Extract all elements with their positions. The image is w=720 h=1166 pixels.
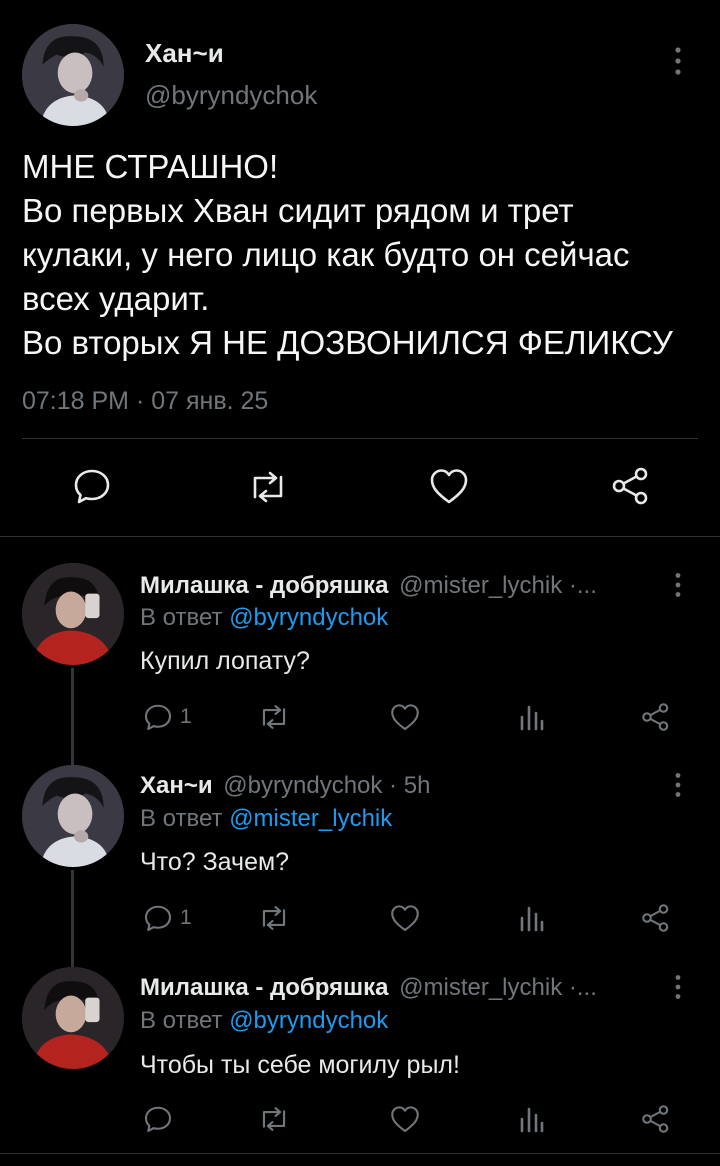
divider [0, 536, 720, 537]
author-name[interactable]: Хан~и [145, 38, 224, 69]
thread-line [71, 870, 74, 968]
avatar-photo [22, 24, 124, 126]
like-icon[interactable] [389, 903, 421, 933]
reply-count: 1 [180, 906, 192, 929]
like-icon[interactable] [389, 702, 421, 732]
reply-context: В ответ @byryndychok [140, 604, 388, 632]
reply-meta[interactable]: @mister_lychik ·... [399, 572, 597, 599]
reply-header: Хан~и @byryndychok · 5h [140, 772, 430, 800]
tweet-line: всех ударит. [22, 280, 210, 317]
retweet-icon[interactable] [246, 469, 290, 505]
tweet-line: кулаки, у него лицо как будто он сейчас [22, 236, 630, 273]
reply-icon[interactable] [143, 903, 173, 933]
analytics-icon[interactable] [518, 1105, 544, 1133]
share-icon[interactable] [610, 466, 652, 506]
retweet-icon[interactable] [257, 703, 291, 731]
reply-icon[interactable] [143, 1104, 173, 1134]
reply-meta[interactable]: @byryndychok · 5h [223, 772, 430, 799]
reply-context: В ответ @mister_lychik [140, 805, 392, 833]
author-avatar[interactable] [22, 24, 124, 126]
divider [22, 438, 698, 439]
avatar-photo [22, 563, 124, 665]
share-icon[interactable] [640, 702, 672, 732]
tweet-timestamp[interactable]: 07:18 PM · 07 янв. 25 [22, 387, 268, 416]
more-icon[interactable] [672, 46, 684, 76]
analytics-icon[interactable] [518, 703, 544, 731]
reply-avatar[interactable] [22, 765, 124, 867]
author-handle[interactable]: @byryndychok [145, 80, 317, 111]
tweet-line: МНЕ СТРАШНО! [22, 148, 279, 185]
like-icon[interactable] [389, 1104, 421, 1134]
tweet-line: Во первых Хван сидит рядом и трет [22, 192, 574, 229]
reply-icon[interactable] [143, 702, 173, 732]
reply-prefix: В ответ [140, 1007, 223, 1034]
reply-count: 1 [180, 705, 192, 728]
reply-prefix: В ответ [140, 805, 223, 832]
more-icon[interactable] [672, 974, 684, 1000]
reply-context: В ответ @byryndychok [140, 1007, 388, 1035]
divider [0, 1153, 720, 1154]
tweet-line: Во вторых Я НЕ ДОЗВОНИЛСЯ ФЕЛИКСУ [22, 324, 673, 361]
analytics-icon[interactable] [518, 904, 544, 932]
retweet-icon[interactable] [257, 904, 291, 932]
reply-text: Что? Зачем? [140, 848, 290, 876]
reply-avatar[interactable] [22, 967, 124, 1069]
thread-line [71, 668, 74, 766]
more-icon[interactable] [672, 772, 684, 798]
reply-prefix: В ответ [140, 604, 223, 631]
avatar-photo [22, 967, 124, 1069]
more-icon[interactable] [672, 572, 684, 598]
reply-author-name[interactable]: Милашка - добряшка [140, 974, 388, 1001]
reply-avatar[interactable] [22, 563, 124, 665]
share-icon[interactable] [640, 903, 672, 933]
reply-to-link[interactable]: @byryndychok [229, 1007, 388, 1034]
retweet-icon[interactable] [257, 1105, 291, 1133]
share-icon[interactable] [640, 1104, 672, 1134]
avatar-photo [22, 765, 124, 867]
reply-text: Чтобы ты себе могилу рыл! [140, 1051, 460, 1079]
reply-author-name[interactable]: Милашка - добряшка [140, 572, 388, 599]
reply-to-link[interactable]: @mister_lychik [229, 805, 392, 832]
reply-author-name[interactable]: Хан~и [140, 772, 213, 799]
reply-header: Милашка - добряшка @mister_lychik ·... [140, 974, 597, 1002]
reply-meta[interactable]: @mister_lychik ·... [399, 974, 597, 1001]
like-icon[interactable] [428, 466, 470, 506]
reply-text: Купил лопату? [140, 647, 310, 675]
reply-header: Милашка - добряшка @mister_lychik ·... [140, 572, 597, 600]
reply-icon[interactable] [72, 466, 112, 506]
tweet-text: МНЕ СТРАШНО! Во первых Хван сидит рядом … [22, 145, 673, 365]
reply-to-link[interactable]: @byryndychok [229, 604, 388, 631]
